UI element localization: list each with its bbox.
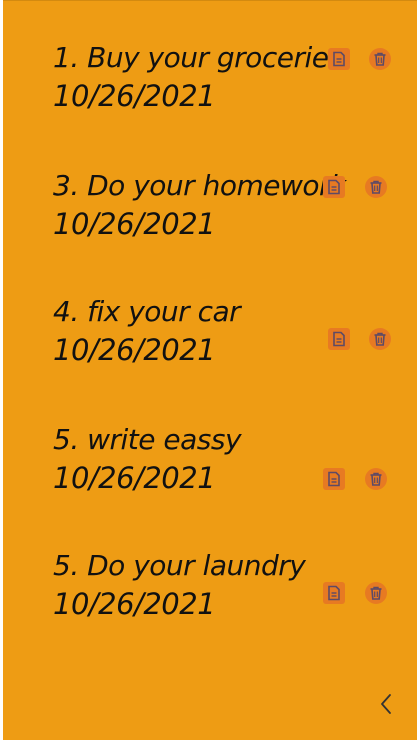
trash-icon [370, 586, 382, 600]
note-icon [328, 471, 340, 487]
task-list-screen: 1. Buy your groceries 10/26/2021 3. Do y… [3, 0, 417, 740]
trash-icon [370, 472, 382, 486]
view-note-button[interactable] [328, 328, 350, 350]
task-title: 5. write eassy [53, 423, 242, 456]
note-icon [333, 51, 345, 67]
delete-task-button[interactable] [365, 176, 387, 198]
note-icon [328, 585, 340, 601]
view-note-button[interactable] [323, 582, 345, 604]
trash-icon [370, 180, 382, 194]
task-title: 3. Do your homework [53, 169, 346, 202]
view-note-button[interactable] [328, 48, 350, 70]
note-icon [333, 331, 345, 347]
task-date: 10/26/2021 [53, 586, 216, 621]
task-date: 10/26/2021 [53, 78, 216, 113]
task-title: 1. Buy your groceries [53, 41, 343, 74]
chevron-left-icon [381, 694, 391, 714]
delete-task-button[interactable] [369, 48, 391, 70]
view-note-button[interactable] [323, 468, 345, 490]
task-title: 5. Do your laundry [53, 549, 306, 582]
trash-icon [374, 52, 386, 66]
task-item[interactable]: 5. Do your laundry 10/26/2021 [53, 549, 306, 621]
task-item[interactable]: 3. Do your homework 10/26/2021 [53, 169, 346, 241]
back-button[interactable] [375, 691, 397, 717]
note-icon [328, 179, 340, 195]
task-item[interactable]: 5. write eassy 10/26/2021 [53, 423, 242, 495]
task-item[interactable]: 1. Buy your groceries 10/26/2021 [53, 41, 343, 113]
delete-task-button[interactable] [365, 582, 387, 604]
task-date: 10/26/2021 [53, 460, 216, 495]
delete-task-button[interactable] [369, 328, 391, 350]
task-date: 10/26/2021 [53, 206, 216, 241]
trash-icon [374, 332, 386, 346]
task-item[interactable]: 4. fix your car 10/26/2021 [53, 295, 241, 367]
task-date: 10/26/2021 [53, 332, 216, 367]
delete-task-button[interactable] [365, 468, 387, 490]
view-note-button[interactable] [323, 176, 345, 198]
task-title: 4. fix your car [53, 295, 241, 328]
